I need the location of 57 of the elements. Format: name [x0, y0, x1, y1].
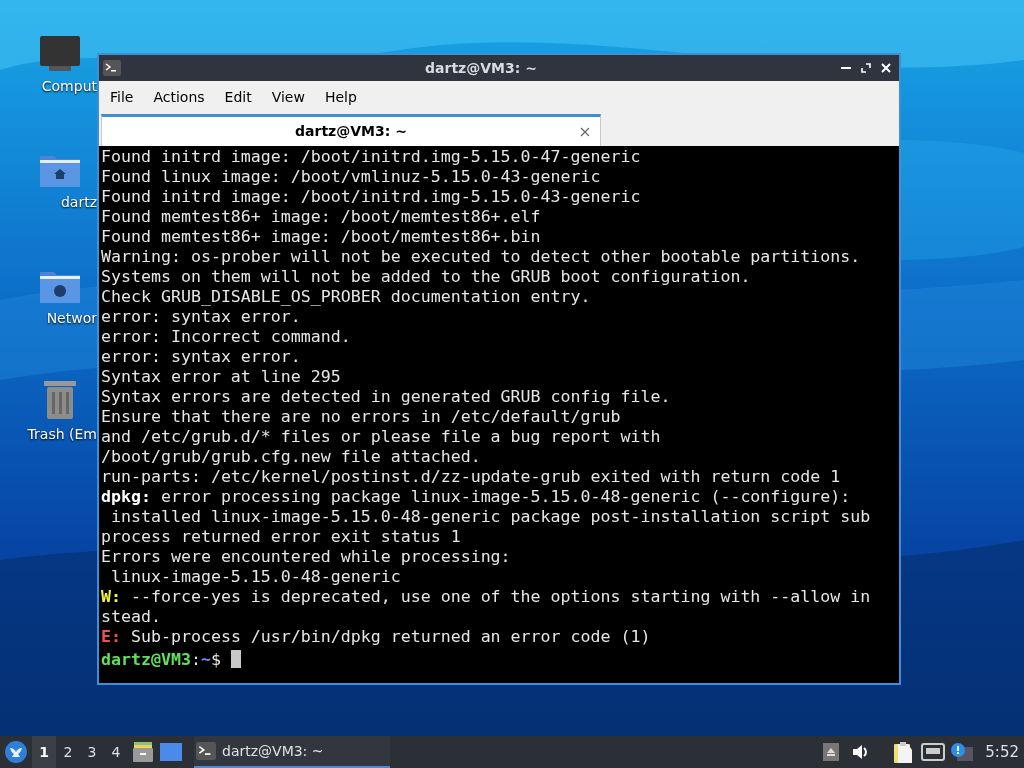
terminal-line: installed linux-image-5.15.0-48-generic package post-installation script sub	[110, 507, 872, 527]
clock[interactable]: 5:52	[985, 740, 1019, 764]
terminal-line: error: syntax error.	[101, 307, 302, 327]
terminal-line: Ensure that there are no errors in /etc/default/grub	[101, 407, 622, 427]
terminal-line: W: --force-yes is deprecated, use one of the options starting with --allow in	[101, 587, 872, 607]
terminal-line: process returned error exit status 1	[101, 527, 462, 547]
terminal-line: error: syntax error.	[101, 347, 302, 367]
terminal-line: and /etc/grub.d/* files or please file a bug report with	[101, 427, 662, 447]
desktop-icon-label[interactable]: dartz	[60, 192, 97, 213]
tab[interactable]: dartz@VM3: ~	[101, 114, 601, 146]
clipboard-icon[interactable]	[893, 741, 914, 763]
menu-item[interactable]: Edit	[215, 86, 261, 108]
menu-item[interactable]: Help	[315, 86, 366, 108]
terminal-icon	[196, 742, 216, 760]
terminal-line: run-parts: /etc/kernel/postinst.d/zz-update-grub exited with return code 1	[101, 467, 842, 487]
terminal-line: Found memtest86+ image: /boot/memtest86+.elf	[101, 207, 542, 227]
terminal-line: Systems on them will not be added to the GRUB boot configuration.	[101, 267, 752, 287]
terminal-line: Syntax errors are detected in generated GRUB config file.	[101, 387, 672, 407]
terminal-line: E: Sub-process /usr/bin/dpkg returned an error code (1)	[101, 627, 652, 647]
workspace-button[interactable]: 2	[56, 736, 80, 768]
terminal-line: Found linux image: /boot/vmlinuz-5.15.0-43-generic	[101, 167, 602, 187]
start-menu-icon[interactable]	[5, 741, 27, 763]
menu-item[interactable]: File	[101, 86, 143, 108]
terminal-line: error: Incorrect command.	[101, 327, 352, 347]
terminal-line: Syntax error at line 295	[101, 367, 342, 387]
terminal-line: Found initrd image: /boot/initrd.img-5.15.0-43-generic	[101, 187, 642, 207]
text-cursor	[230, 650, 241, 668]
menu-item[interactable]: Actions	[144, 86, 214, 108]
terminal-line: Errors were encountered while processing:	[101, 547, 512, 567]
close-icon[interactable]	[580, 126, 590, 137]
menu-item[interactable]: View	[262, 86, 314, 108]
desktop-icon-label[interactable]: Trash (Em	[27, 424, 97, 445]
workspace-button[interactable]: 3	[80, 736, 104, 768]
taskbar-task[interactable]: dartz@VM3: ~	[194, 736, 390, 768]
terminal-line: Found initrd image: /boot/initrd.img-5.15.0-47-generic	[101, 147, 642, 167]
eject-icon[interactable]	[823, 743, 840, 761]
terminal-line: dpkg: error processing package linux-image-5.15.0-48-generic (--configure):	[101, 487, 852, 507]
workspace-button[interactable]: 1	[32, 736, 56, 768]
maximize-icon[interactable]	[861, 63, 871, 73]
notification-icon[interactable]	[951, 743, 974, 761]
terminal-line: linux-image-5.15.0-48-generic	[110, 567, 402, 587]
workspace-button[interactable]: 4	[104, 736, 128, 768]
terminal-icon	[103, 60, 121, 76]
network-port-icon[interactable]	[921, 743, 946, 761]
trash-icon	[41, 378, 78, 420]
terminal-line: Warning: os-prober will not be executed to detect other bootable partitions.	[101, 247, 862, 267]
terminal-line: Check GRUB_DISABLE_OS_PROBER documentation entry.	[101, 287, 592, 307]
window-title: dartz@VM3: ~	[424, 58, 538, 78]
monitor-icon	[38, 36, 81, 72]
terminal-line: stead.	[101, 607, 162, 627]
terminal-line: Found memtest86+ image: /boot/memtest86+.bin	[101, 227, 542, 247]
terminal-output[interactable]	[99, 146, 899, 683]
desktop-icon-label[interactable]: Networ	[46, 308, 97, 329]
terminal-line: dartz@VM3:~$	[101, 647, 897, 667]
terminal-line: /boot/grub/grub.cfg.new file attached.	[101, 447, 482, 467]
speaker-icon[interactable]	[851, 743, 870, 761]
file-cabinet-icon[interactable]	[132, 741, 154, 763]
